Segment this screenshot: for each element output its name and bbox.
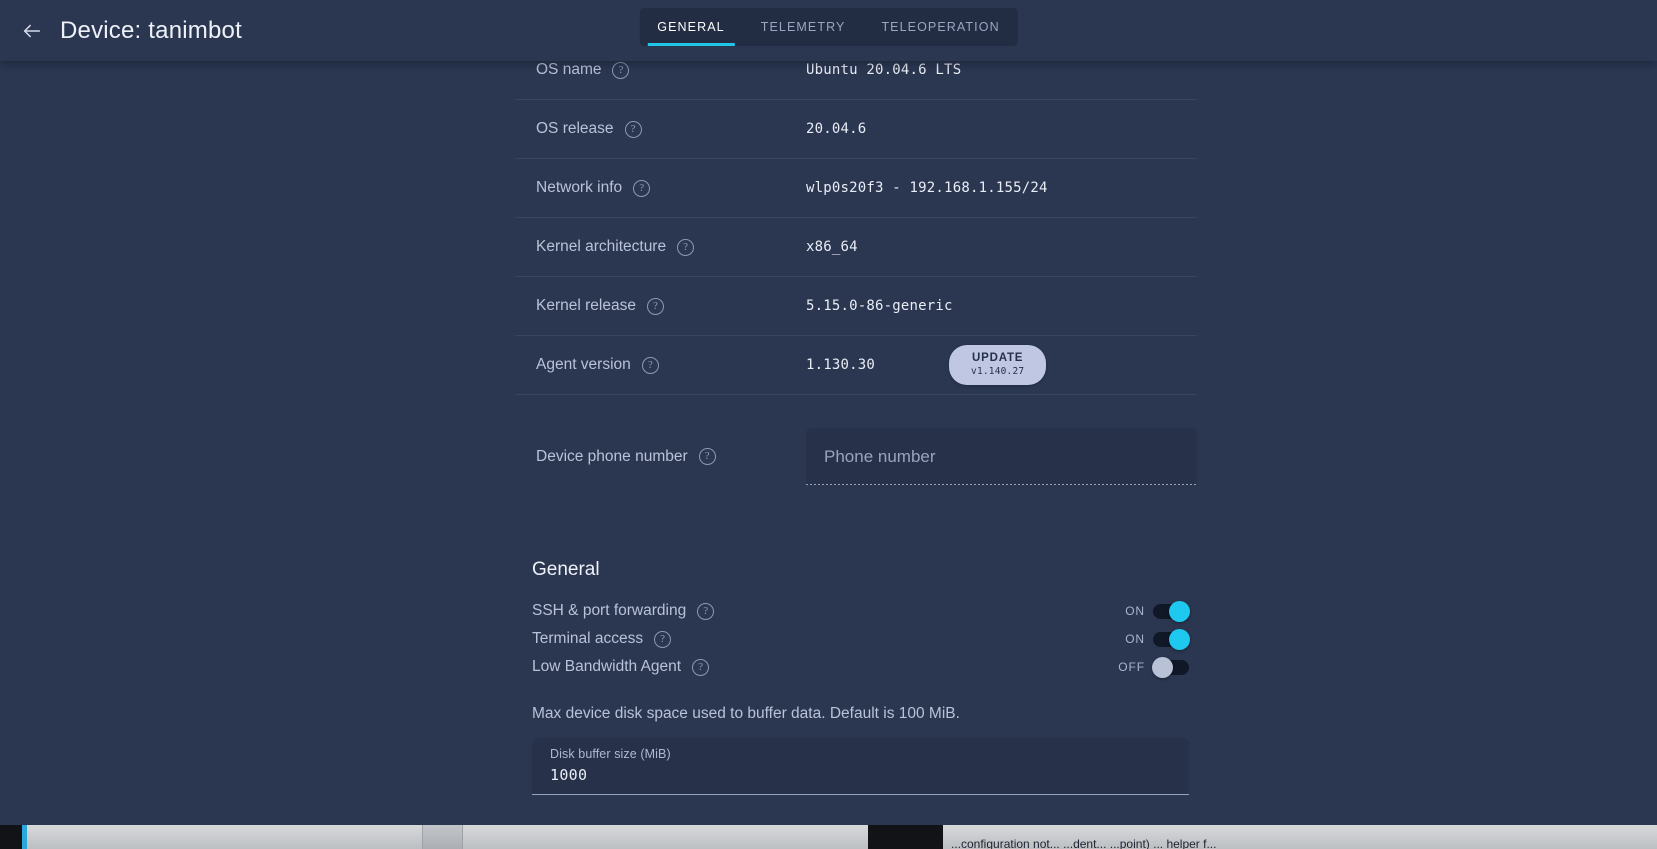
- device-phone-number-row: Device phone number ?: [515, 428, 1197, 485]
- toggle-knob: [1152, 656, 1173, 678]
- info-value-network-info: wlp0s20f3 - 192.168.1.155/24: [806, 180, 1048, 196]
- info-value-kernel-release: 5.15.0-86-generic: [806, 298, 953, 314]
- setting-label-low-bandwidth-agent: Low Bandwidth Agent ?: [532, 658, 710, 676]
- help-icon[interactable]: ?: [633, 179, 651, 197]
- agent-version-cell: 1.130.30 UPDATE v1.140.27: [806, 344, 1047, 386]
- label-text: Kernel architecture: [536, 238, 667, 255]
- help-icon[interactable]: ?: [697, 602, 715, 620]
- info-label-agent-version: Agent version ?: [536, 356, 806, 374]
- tab-telemetry[interactable]: TELEMETRY: [743, 8, 864, 46]
- setting-label-ssh-port-forwarding: SSH & port forwarding ?: [532, 602, 715, 620]
- setting-row-terminal-access: Terminal access ? ON: [532, 625, 1190, 653]
- info-label-os-name: OS name ?: [536, 61, 806, 79]
- setting-control-terminal-access: ON: [1125, 628, 1190, 650]
- toggle-terminal-access[interactable]: [1153, 628, 1190, 650]
- help-icon[interactable]: ?: [646, 297, 664, 315]
- label-text: Network info: [536, 179, 623, 196]
- toggle-state-label: OFF: [1118, 660, 1145, 674]
- tab-general[interactable]: GENERAL: [639, 8, 742, 46]
- setting-row-ssh-port-forwarding: SSH & port forwarding ? ON: [532, 597, 1190, 625]
- taskbar-segment[interactable]: [423, 825, 463, 849]
- phone-number-field[interactable]: [806, 428, 1197, 485]
- info-value-os-name: Ubuntu 20.04.6 LTS: [806, 62, 962, 78]
- update-agent-button[interactable]: UPDATE v1.140.27: [949, 344, 1047, 386]
- help-icon[interactable]: ?: [654, 630, 672, 648]
- taskbar-dark-block: [868, 825, 943, 849]
- taskbar-clipped-text-segment[interactable]: ...configuration not... ...dent... ...po…: [943, 825, 1657, 849]
- help-icon[interactable]: ?: [698, 448, 716, 465]
- settings-panel: OS name ? Ubuntu 20.04.6 LTS OS release …: [515, 61, 1197, 795]
- label-text: Low Bandwidth Agent: [532, 658, 682, 675]
- setting-control-ssh-port-forwarding: ON: [1125, 600, 1190, 622]
- disk-buffer-size-field[interactable]: Disk buffer size (MiB): [532, 738, 1189, 795]
- info-value-os-release: 20.04.6: [806, 121, 867, 137]
- update-button-label: UPDATE: [972, 351, 1024, 364]
- table-row: OS release ? 20.04.6: [515, 100, 1197, 159]
- info-value-agent-version: 1.130.30: [806, 357, 876, 373]
- toggle-ssh-port-forwarding[interactable]: [1153, 600, 1190, 622]
- disk-buffer-size-caption: Disk buffer size (MiB): [550, 747, 671, 761]
- back-button[interactable]: [12, 11, 52, 51]
- setting-label-terminal-access: Terminal access ?: [532, 630, 672, 648]
- toggle-knob: [1169, 600, 1190, 622]
- disk-buffer-size-input[interactable]: [550, 766, 1171, 784]
- phone-number-input[interactable]: [824, 446, 1179, 467]
- taskbar-segment[interactable]: [463, 825, 868, 849]
- label-text: Kernel release: [536, 297, 636, 314]
- device-settings-page: Device: tanimbot GENERAL TELEMETRY TELEO…: [0, 0, 1657, 849]
- os-taskbar[interactable]: ...configuration not... ...dent... ...po…: [0, 825, 1657, 849]
- info-label-os-release: OS release ?: [536, 120, 806, 138]
- phone-number-label: Device phone number ?: [536, 448, 806, 466]
- setting-row-low-bandwidth-agent: Low Bandwidth Agent ? OFF: [532, 653, 1189, 681]
- help-icon[interactable]: ?: [641, 356, 659, 374]
- section-title-general: General: [532, 559, 600, 580]
- label-text: Device phone number: [536, 447, 688, 465]
- page-header: Device: tanimbot GENERAL TELEMETRY TELEO…: [0, 0, 1657, 61]
- content-scroll-area[interactable]: OS name ? Ubuntu 20.04.6 LTS OS release …: [0, 61, 1657, 825]
- info-label-kernel-release: Kernel release ?: [536, 297, 806, 315]
- info-value-kernel-architecture: x86_64: [806, 239, 858, 255]
- taskbar-clipped-text: ...configuration not... ...dent... ...po…: [951, 837, 1217, 849]
- update-button-version: v1.140.27: [971, 365, 1025, 377]
- taskbar-segment[interactable]: [27, 825, 423, 849]
- help-icon[interactable]: ?: [624, 120, 642, 138]
- help-icon[interactable]: ?: [692, 658, 710, 676]
- page-title: Device: tanimbot: [60, 16, 242, 44]
- toggle-state-label: ON: [1125, 604, 1145, 618]
- toggle-state-label: ON: [1125, 632, 1145, 646]
- label-text: SSH & port forwarding: [532, 602, 687, 619]
- label-text: Agent version: [536, 356, 631, 373]
- info-label-kernel-architecture: Kernel architecture ?: [536, 238, 806, 256]
- setting-control-low-bandwidth-agent: OFF: [1118, 656, 1189, 678]
- disk-buffer-hint: Max device disk space used to buffer dat…: [532, 705, 960, 722]
- label-text: Terminal access: [532, 630, 644, 647]
- table-row: Agent version ? 1.130.30 UPDATE v1.140.2…: [515, 336, 1197, 395]
- tab-bar: GENERAL TELEMETRY TELEOPERATION: [639, 8, 1018, 46]
- table-row: OS name ? Ubuntu 20.04.6 LTS: [515, 61, 1197, 100]
- table-row: Kernel release ? 5.15.0-86-generic: [515, 277, 1197, 336]
- label-text: OS name: [536, 61, 602, 78]
- label-text: OS release: [536, 120, 614, 137]
- taskbar-left-dark-block: [0, 825, 22, 849]
- help-icon[interactable]: ?: [612, 61, 630, 79]
- toggle-knob: [1169, 628, 1190, 650]
- arrow-left-icon: [21, 20, 43, 42]
- info-label-network-info: Network info ?: [536, 179, 806, 197]
- device-info-table: OS name ? Ubuntu 20.04.6 LTS OS release …: [515, 61, 1197, 395]
- help-icon[interactable]: ?: [677, 238, 695, 256]
- table-row: Network info ? wlp0s20f3 - 192.168.1.155…: [515, 159, 1197, 218]
- tab-teleoperation[interactable]: TELEOPERATION: [863, 8, 1017, 46]
- table-row: Kernel architecture ? x86_64: [515, 218, 1197, 277]
- toggle-low-bandwidth-agent[interactable]: [1152, 656, 1189, 678]
- general-settings-section: General SSH & port forwarding ? ON Termi…: [515, 559, 1197, 795]
